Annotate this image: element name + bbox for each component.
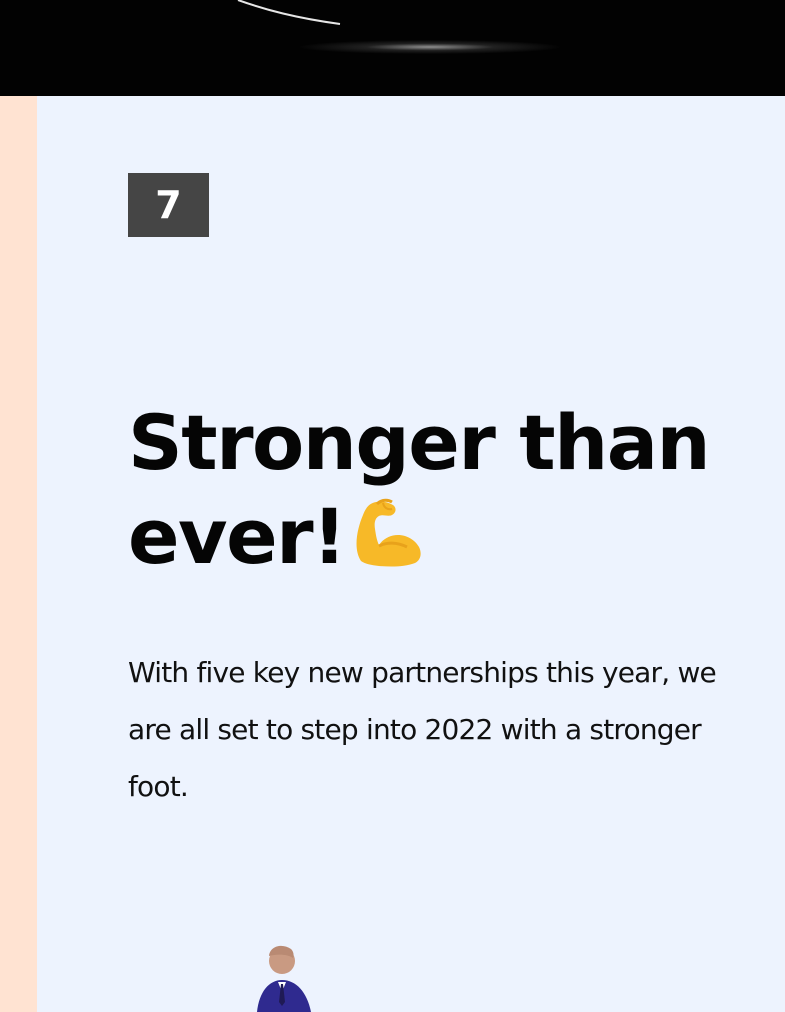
- left-peach-strip: [0, 96, 37, 1012]
- headline-line-2-text: ever!: [128, 492, 347, 581]
- business-person-illustration: [257, 945, 311, 1012]
- headline-line-1: Stronger than: [128, 398, 711, 487]
- light-streak-icon: [237, 0, 341, 25]
- slide-number-badge: 7: [128, 173, 209, 237]
- body-paragraph: With five key new partnerships this year…: [128, 656, 717, 803]
- top-dark-banner: [0, 0, 785, 96]
- light-glow: [300, 40, 560, 54]
- headline: Stronger than ever!: [128, 396, 785, 584]
- headline-line-2: ever!: [128, 490, 785, 584]
- flexed-biceps-icon: [356, 498, 421, 567]
- slide-card: 7 Stronger than ever! With five key new …: [37, 96, 785, 1012]
